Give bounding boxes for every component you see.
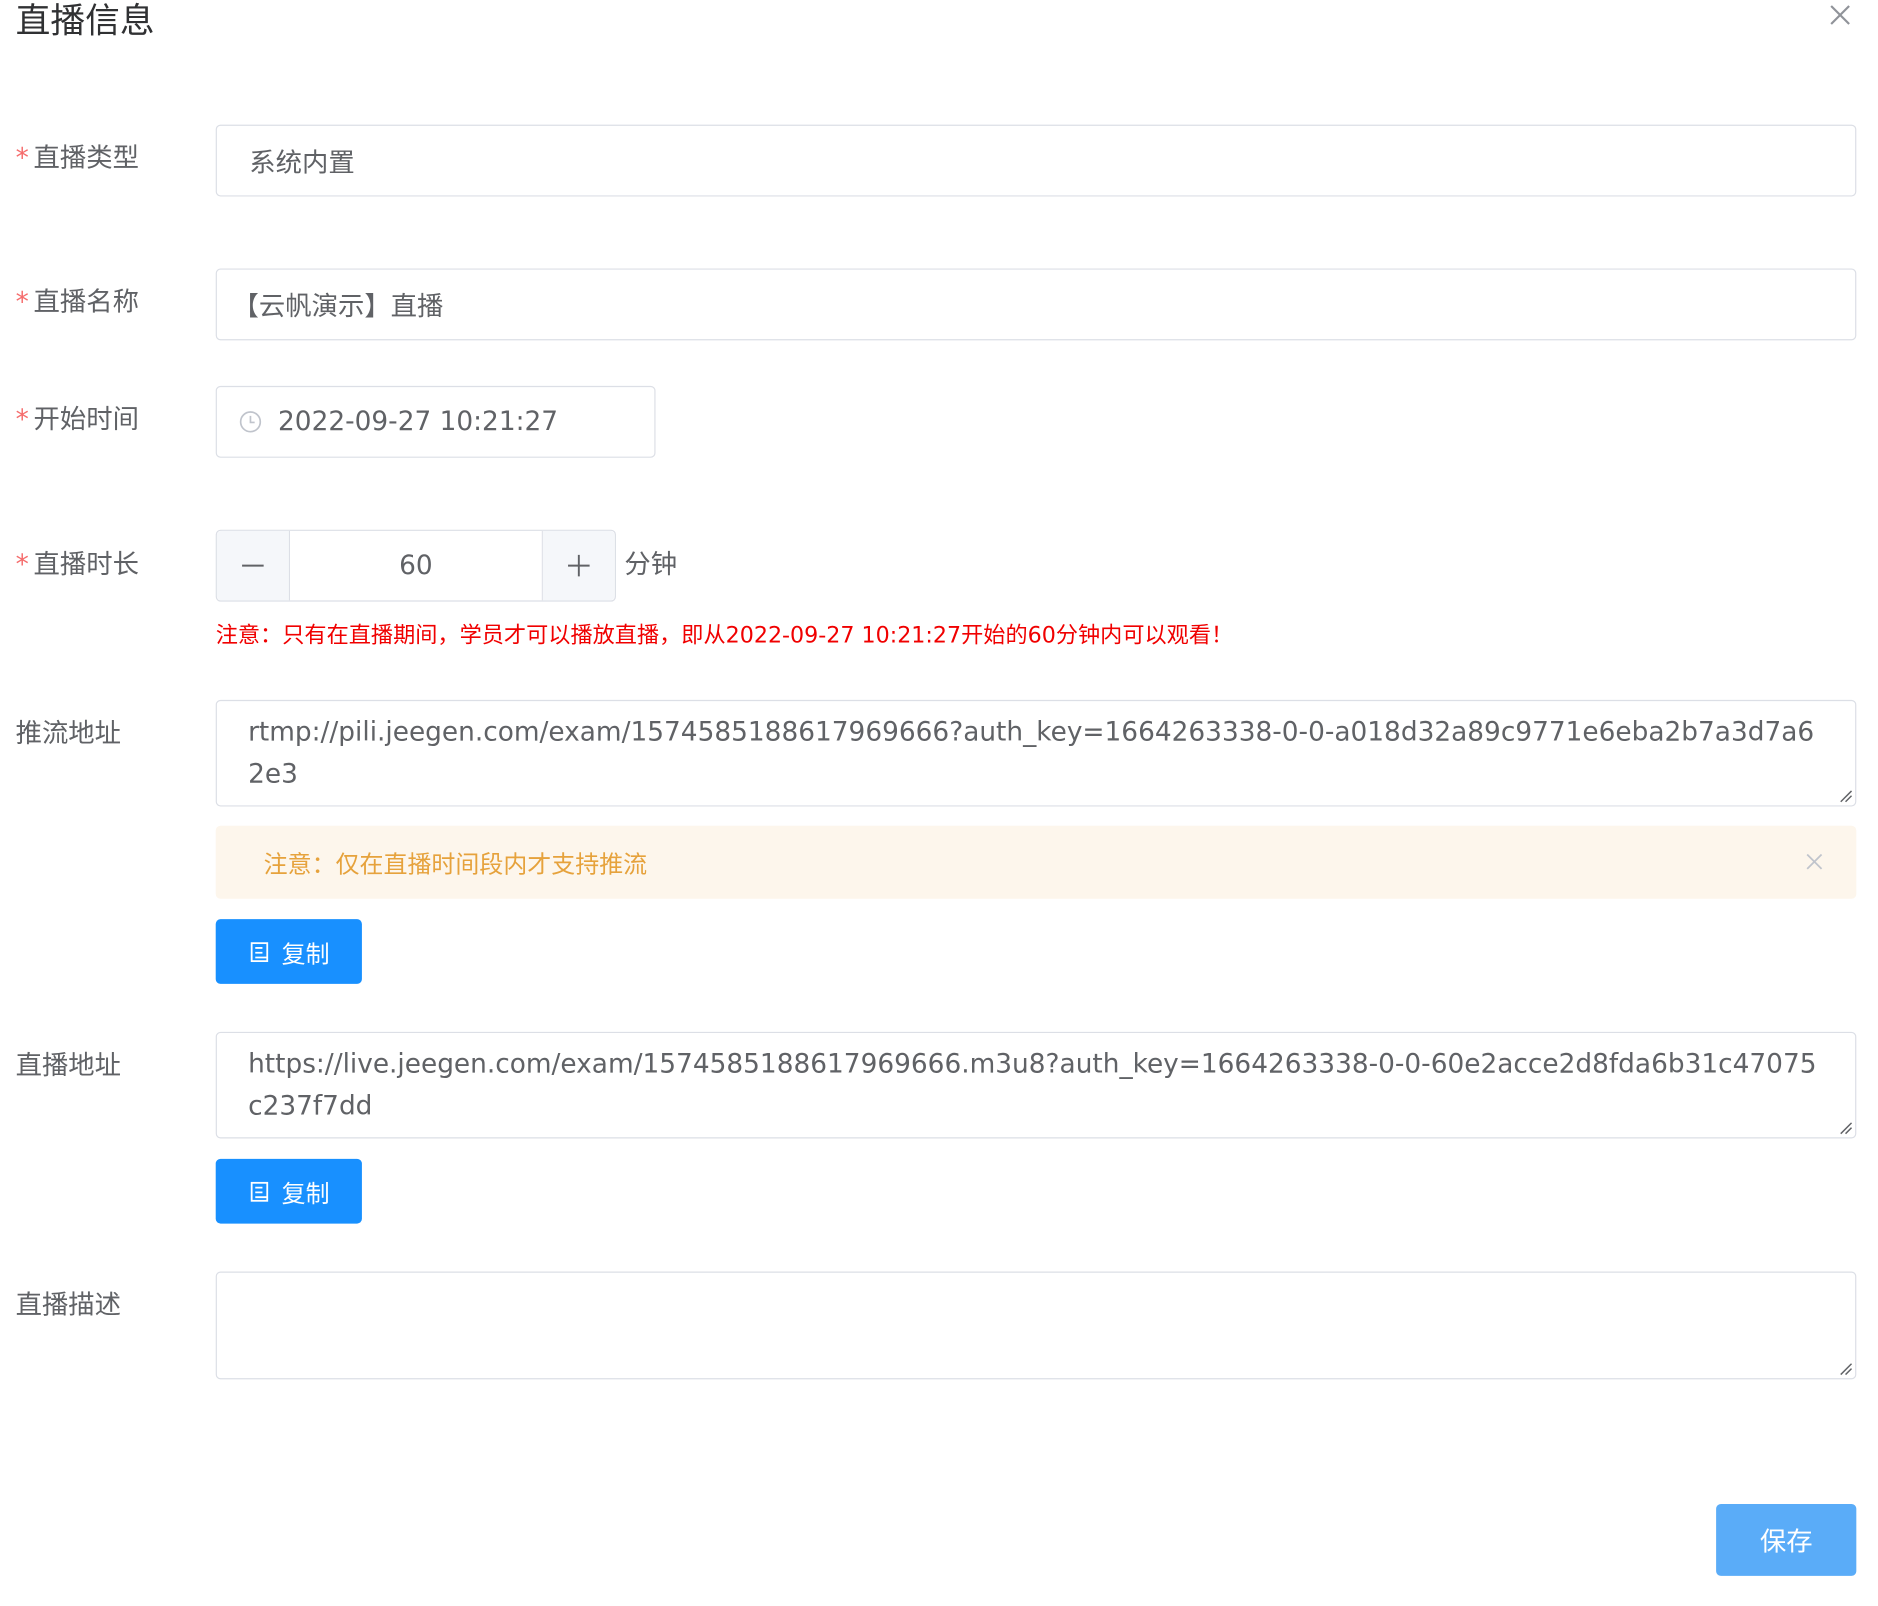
dialog-title: 直播信息 [15, 0, 155, 41]
duration-label: * 直播时长 [16, 548, 139, 584]
copy-play-url-label: 复制 [281, 1178, 330, 1208]
required-mark: * [15, 143, 29, 174]
start-time-label-text: 开始时间 [33, 405, 140, 436]
plus-icon [568, 554, 590, 577]
name-input-value: 【云帆演示】直播 [232, 292, 444, 323]
decrease-button[interactable] [216, 530, 291, 601]
required-mark: * [15, 405, 29, 436]
minus-icon [242, 564, 264, 567]
type-label: * 直播类型 [16, 141, 139, 177]
name-label-text: 直播名称 [33, 287, 140, 318]
description-label: 直播描述 [15, 1290, 122, 1321]
duration-label-text: 直播时长 [33, 550, 140, 581]
clock-icon [239, 411, 262, 433]
type-input-value: 系统内置 [249, 148, 355, 179]
duration-unit: 分钟 [624, 550, 678, 581]
duration-input[interactable]: 60 [289, 531, 543, 601]
start-time-picker[interactable]: 2022-09-27 10:21:27 [215, 385, 656, 458]
duration-notice: 注意：只有在直播期间，学员才可以播放直播，即从2022-09-27 10:21:… [215, 623, 1234, 649]
required-mark: * [15, 550, 29, 581]
copy-play-url-button[interactable]: 复制 [215, 1158, 362, 1224]
alert-close-icon[interactable] [1806, 853, 1823, 870]
duration-stepper: 60 [215, 529, 616, 602]
push-url-label: 推流地址 [15, 719, 122, 749]
copy-icon [250, 942, 269, 963]
push-warning-text: 注意：仅在直播时间段内才支持推流 [263, 849, 648, 879]
name-input[interactable]: 【云帆演示】直播 [215, 268, 1857, 341]
resize-handle-icon[interactable] [1838, 789, 1853, 803]
close-icon[interactable] [1825, 0, 1856, 31]
type-input[interactable]: 系统内置 [215, 124, 1857, 197]
resize-handle-icon[interactable] [1838, 1121, 1853, 1135]
push-warning-alert: 注意：仅在直播时间段内才支持推流 [215, 825, 1857, 899]
increase-button[interactable] [541, 530, 615, 601]
copy-push-url-button[interactable]: 复制 [215, 919, 362, 984]
start-time-value: 2022-09-27 10:21:27 [278, 406, 559, 437]
name-label: * 直播名称 [16, 285, 139, 321]
play-url-value: https://live.jeegen.com/exam/15745851886… [248, 1049, 1817, 1122]
push-url-textarea[interactable]: rtmp://pili.jeegen.com/exam/157458518861… [215, 699, 1857, 807]
copy-icon [250, 1181, 269, 1202]
start-time-label: * 开始时间 [16, 403, 139, 439]
save-button[interactable]: 保存 [1716, 1503, 1857, 1576]
description-textarea[interactable] [215, 1271, 1857, 1380]
push-url-value: rtmp://pili.jeegen.com/exam/157458518861… [248, 717, 1815, 790]
resize-handle-icon[interactable] [1838, 1361, 1853, 1376]
type-label-text: 直播类型 [33, 143, 140, 174]
play-url-label: 直播地址 [15, 1050, 122, 1081]
play-url-textarea[interactable]: https://live.jeegen.com/exam/15745851886… [215, 1031, 1857, 1139]
live-info-dialog: 直播信息 * 直播类型 系统内置 * 直播名称 【云帆演示】直播 * 开始时间 202… [0, 0, 1878, 1606]
copy-push-url-label: 复制 [281, 938, 330, 968]
required-mark: * [15, 287, 29, 318]
